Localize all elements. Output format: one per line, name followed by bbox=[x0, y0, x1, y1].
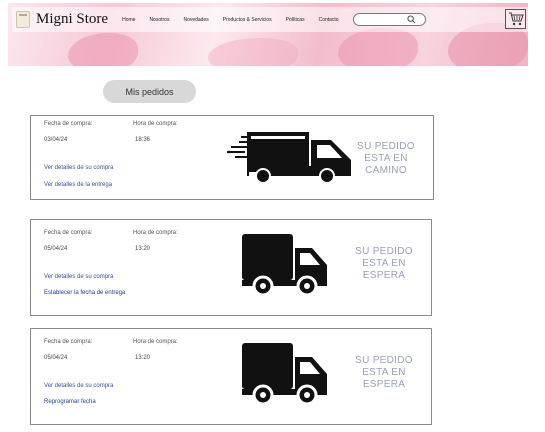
logo-icon[interactable] bbox=[16, 11, 30, 28]
search-icon[interactable] bbox=[407, 15, 416, 24]
view-purchase-details-link[interactable]: Ver detalles de su compra bbox=[44, 165, 113, 171]
order-status-line: SU PEDIDO bbox=[357, 141, 415, 152]
navbar: Migni Store Home Nosotros Novedades Prod… bbox=[12, 7, 528, 32]
purchase-time-label: Hora de compra: bbox=[133, 121, 178, 127]
delivery-truck-icon bbox=[242, 343, 327, 406]
purchase-time-value: 13:20 bbox=[135, 246, 151, 252]
order-status-line: ESPERA bbox=[362, 270, 406, 281]
purchase-time-label: Hora de compra: bbox=[133, 230, 178, 236]
nav-link-politicas[interactable]: Políticas bbox=[286, 17, 305, 23]
header-banner: Migni Store Home Nosotros Novedades Prod… bbox=[8, 3, 528, 66]
delivery-truck-icon bbox=[242, 234, 327, 297]
shopping-cart-icon bbox=[508, 12, 524, 26]
purchase-date-value: 05/04/24 bbox=[44, 355, 68, 361]
order-status: SU PEDIDO ESTA EN CAMINO bbox=[351, 141, 421, 177]
nav-link-novedades[interactable]: Novedades bbox=[183, 17, 208, 23]
nav-link-productos-servicios[interactable]: Productos & Servicios bbox=[223, 17, 272, 23]
fast-delivery-truck-icon bbox=[227, 132, 351, 184]
order-status-line: CAMINO bbox=[365, 165, 407, 176]
purchase-time-value: 18:36 bbox=[135, 137, 151, 143]
brand-name[interactable]: Migni Store bbox=[36, 11, 108, 28]
nav-link-nosotros[interactable]: Nosotros bbox=[149, 17, 169, 23]
banner-petal bbox=[338, 28, 418, 66]
order-status: SU PEDIDO ESTA EN ESPERA bbox=[349, 246, 419, 282]
purchase-time-label: Hora de compra: bbox=[133, 339, 178, 345]
view-delivery-details-link[interactable]: Ver detalles de la entrega bbox=[44, 182, 112, 188]
purchase-date-label: Fecha de compra: bbox=[44, 230, 93, 236]
order-status-line: ESTA EN bbox=[364, 153, 408, 164]
tab-mis-pedidos[interactable]: Mis pedidos bbox=[103, 80, 196, 103]
view-purchase-details-link[interactable]: Ver detalles de su compra bbox=[44, 383, 113, 389]
order-status-line: ESPERA bbox=[362, 379, 406, 390]
nav-link-contacto[interactable]: Contacto bbox=[319, 17, 339, 23]
order-status-line: SU PEDIDO bbox=[355, 355, 413, 366]
purchase-date-value: 03/04/24 bbox=[44, 137, 68, 143]
nav-link-home[interactable]: Home bbox=[122, 17, 135, 23]
search-input[interactable] bbox=[352, 13, 426, 26]
order-status-line: ESTA EN bbox=[362, 258, 406, 269]
order-card: Fecha de compra: 05/04/24 Hora de compra… bbox=[30, 219, 432, 316]
purchase-time-value: 13:20 bbox=[135, 355, 151, 361]
order-status: SU PEDIDO ESTA EN ESPERA bbox=[349, 355, 419, 391]
purchase-date-label: Fecha de compra: bbox=[44, 121, 93, 127]
order-card: Fecha de compra: 05/04/24 Hora de compra… bbox=[30, 328, 432, 425]
set-delivery-date-link[interactable]: Establecer la fecha de entrega bbox=[44, 290, 125, 296]
banner-petal bbox=[208, 38, 298, 66]
banner-petal bbox=[68, 33, 138, 66]
order-card: Fecha de compra: 03/04/24 Hora de compra… bbox=[30, 115, 434, 200]
purchase-date-value: 05/04/24 bbox=[44, 246, 68, 252]
order-status-line: ESTA EN bbox=[362, 367, 406, 378]
cart-button[interactable] bbox=[505, 9, 526, 29]
nav-links: Home Nosotros Novedades Productos & Serv… bbox=[122, 17, 353, 23]
order-status-line: SU PEDIDO bbox=[355, 246, 413, 257]
purchase-date-label: Fecha de compra: bbox=[44, 339, 93, 345]
view-purchase-details-link[interactable]: Ver detalles de su compra bbox=[44, 274, 113, 280]
reschedule-date-link[interactable]: Reprogramar fecha bbox=[44, 399, 96, 405]
